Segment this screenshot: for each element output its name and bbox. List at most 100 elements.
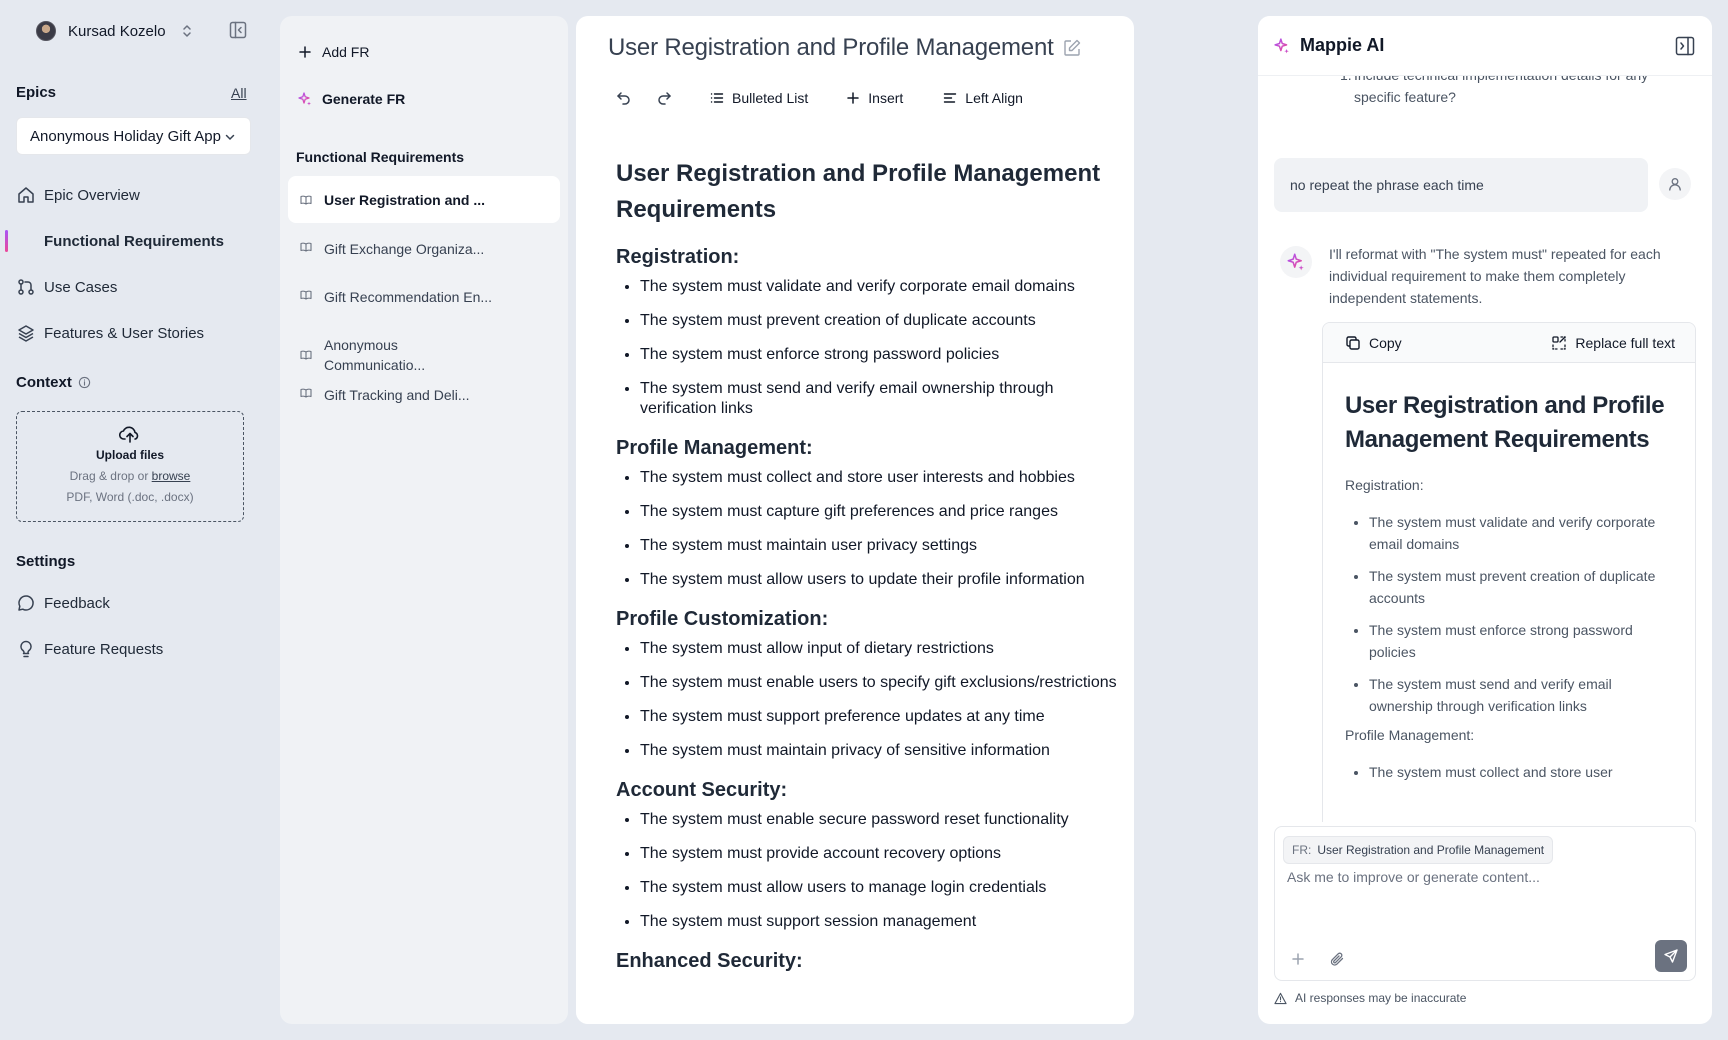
book-icon — [300, 290, 312, 300]
plus-icon[interactable] — [1291, 952, 1305, 966]
document-title-text[interactable]: User Registration and Profile Management — [608, 34, 1054, 62]
ai-conversation[interactable]: 1. Include technical implementation deta… — [1258, 76, 1712, 822]
copy-button[interactable]: Copy — [1345, 335, 1402, 351]
account-switcher[interactable]: Kursad Kozelo — [36, 20, 256, 42]
panel-collapse-icon[interactable] — [1674, 35, 1696, 57]
list-item: The system must collect and store user — [1369, 761, 1673, 783]
fr-list-item[interactable]: Gift Exchange Organiza... — [288, 239, 560, 259]
upload-types: PDF, Word (.doc, .docx) — [66, 490, 194, 504]
nav-label: Feature Requests — [44, 640, 164, 658]
info-icon[interactable] — [78, 376, 91, 389]
book-icon — [300, 195, 312, 205]
disclaimer-text: AI responses may be inaccurate — [1295, 991, 1467, 1005]
epics-all-link[interactable]: All — [231, 85, 247, 101]
nav-feedback[interactable]: Feedback — [16, 588, 256, 618]
book-icon — [300, 242, 312, 252]
scroll-fade — [1323, 781, 1695, 822]
upload-hint: Drag & drop or browse — [70, 469, 191, 483]
nav-features-user-stories[interactable]: Features & User Stories — [16, 318, 256, 348]
section-heading: Registration: — [616, 246, 740, 268]
paperclip-icon[interactable] — [1329, 951, 1345, 967]
home-icon — [16, 185, 36, 205]
editor-toolbar: Bulleted List Insert Left Align — [616, 86, 1023, 110]
nav-epic-overview[interactable]: Epic Overview — [16, 180, 256, 210]
list-item: The system must allow input of dietary r… — [640, 639, 1126, 659]
replace-full-text-button[interactable]: Replace full text — [1551, 335, 1675, 351]
context-chip[interactable]: FR: User Registration and Profile Manage… — [1283, 836, 1554, 864]
requirements-list: The system must allow input of dietary r… — [640, 639, 1126, 761]
list-item: The system must send and verify email ow… — [1369, 673, 1673, 717]
card-toolbar: Copy Replace full text — [1323, 323, 1695, 363]
section-heading: Account Security: — [616, 779, 788, 801]
nav-feature-requests[interactable]: Feature Requests — [16, 634, 256, 664]
card-list: The system must collect and store user — [1369, 761, 1673, 783]
edit-icon[interactable] — [1062, 38, 1082, 58]
git-pull-request-icon — [16, 277, 36, 297]
nav-label: Features & User Stories — [44, 324, 205, 342]
browse-link[interactable]: browse — [152, 469, 191, 483]
nav-label: Feedback — [44, 594, 110, 612]
left-sidebar: Kursad Kozelo Epics All Anonymous Holida… — [0, 0, 270, 1040]
message-circle-icon — [16, 593, 36, 613]
card-content: User Registration and Profile Management… — [1323, 363, 1695, 783]
fr-list-item[interactable]: Gift Recommendation En... — [288, 287, 560, 307]
left-align-button[interactable]: Left Align — [943, 90, 1023, 106]
list-item: The system must support session manageme… — [640, 912, 1126, 932]
chevron-down-icon — [224, 131, 236, 143]
fr-list-item[interactable]: Gift Tracking and Deli... — [288, 385, 560, 405]
list-item: The system must enforce strong password … — [1369, 619, 1673, 663]
assistant-avatar-icon — [1280, 246, 1312, 278]
fr-list-item[interactable]: Anonymous Communicatio... — [288, 335, 560, 375]
card-section-heading: Registration: — [1345, 477, 1424, 493]
epic-select[interactable]: Anonymous Holiday Gift App — [16, 117, 251, 155]
plus-icon — [846, 91, 860, 105]
user-message: no repeat the phrase each time — [1274, 158, 1648, 212]
insert-label: Insert — [868, 90, 904, 106]
warning-icon — [1274, 992, 1287, 1005]
ai-disclaimer: AI responses may be inaccurate — [1274, 991, 1466, 1005]
list-item: The system must send and verify email ow… — [640, 379, 1126, 419]
document-title: User Registration and Profile Management — [608, 34, 1082, 62]
list-item: The system must collect and store user i… — [640, 468, 1126, 488]
list-item: The system must enforce strong password … — [640, 345, 1126, 365]
generate-fr-label: Generate FR — [322, 91, 406, 107]
fr-item-label: Gift Tracking and Deli... — [324, 387, 470, 403]
undo-icon[interactable] — [616, 90, 632, 106]
requirements-list: The system must enable secure password r… — [640, 810, 1126, 932]
list-item: The system must maintain user privacy se… — [640, 536, 1126, 556]
send-button[interactable] — [1655, 940, 1687, 972]
replace-label: Replace full text — [1575, 334, 1675, 351]
list-item: The system must enable secure password r… — [640, 810, 1126, 830]
sparkle-icon — [1274, 37, 1290, 54]
active-indicator — [5, 230, 8, 252]
fr-list-item[interactable]: User Registration and ... — [288, 176, 560, 223]
book-icon — [300, 350, 312, 360]
fr-item-label: Gift Exchange Organiza... — [324, 241, 485, 257]
redo-icon[interactable] — [656, 90, 672, 106]
chat-input[interactable] — [1287, 869, 1677, 885]
fr-list-panel: Add FR Generate FR Functional Requiremen… — [280, 16, 568, 1024]
list-item: The system must allow users to manage lo… — [640, 878, 1126, 898]
bulleted-list-label: Bulleted List — [732, 90, 809, 106]
ai-panel-title: Mappie AI — [1274, 35, 1384, 56]
plus-icon — [298, 45, 312, 59]
list-item: The system must validate and verify corp… — [1369, 511, 1673, 555]
upload-dropzone[interactable]: Upload files Drag & drop or browse PDF, … — [16, 411, 244, 522]
nav-use-cases[interactable]: Use Cases — [16, 272, 256, 302]
bulleted-list-button[interactable]: Bulleted List — [710, 90, 808, 106]
list-item: The system must maintain privacy of sens… — [640, 741, 1126, 761]
nav-functional-requirements[interactable]: Functional Requirements — [16, 226, 256, 256]
document-body[interactable]: User Registration and Profile Management… — [616, 156, 1126, 974]
context-label-text: Context — [16, 374, 72, 391]
list-item: The system must enable users to specify … — [640, 673, 1126, 693]
generate-fr-button[interactable]: Generate FR — [298, 91, 405, 107]
document-heading: User Registration and Profile Management… — [616, 160, 1101, 223]
sidebar-collapse-icon[interactable] — [228, 20, 248, 40]
insert-button[interactable]: Insert — [846, 90, 903, 106]
list-item: The system must prevent creation of dupl… — [1369, 565, 1673, 609]
chip-key: FR: — [1292, 843, 1312, 857]
list-item: The system must prevent creation of dupl… — [640, 311, 1126, 331]
align-left-icon — [943, 91, 957, 105]
previous-message-text: Include technical implementation details… — [1354, 76, 1648, 105]
add-fr-button[interactable]: Add FR — [298, 44, 369, 60]
